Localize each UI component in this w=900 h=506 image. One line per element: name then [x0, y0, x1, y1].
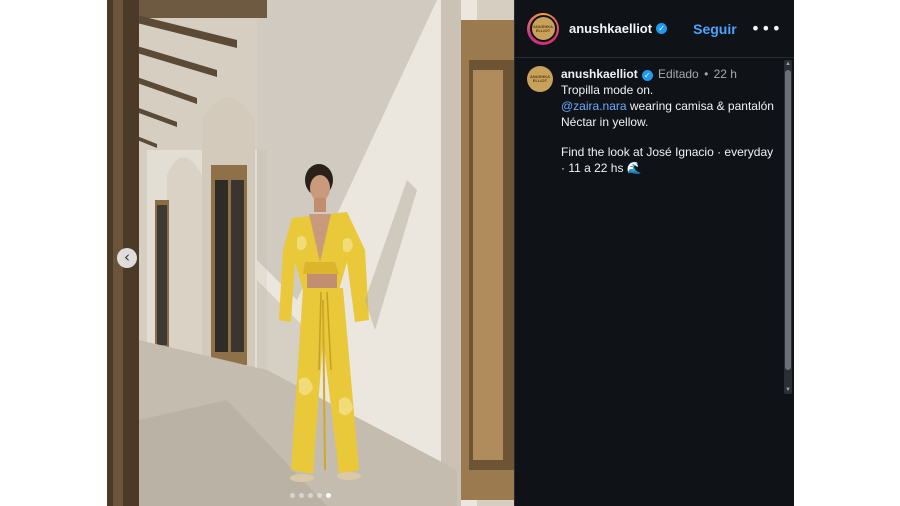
chevron-left-icon: ‹ [124, 248, 130, 266]
caption-line: Néctar in yellow. [561, 115, 649, 129]
scrollbar-thumb[interactable] [785, 70, 791, 370]
post-photo [107, 0, 514, 506]
post-time[interactable]: 22 h [714, 67, 737, 81]
caption-line: Find the look at José Ignacio · everyday [561, 145, 774, 159]
carousel-dot [317, 493, 322, 498]
caption-text: wearing camisa & pantalón [629, 99, 774, 113]
post-header: ANUSHKA ELLIOT anushkaelliot ✓ Seguir ••… [515, 0, 794, 58]
caption: ANUSHKA ELLIOT anushkaelliot ✓ Editado • … [527, 66, 777, 176]
carousel-prev-button[interactable]: ‹ [117, 248, 137, 268]
meta-separator: • [704, 67, 709, 81]
caption-body: anushkaelliot ✓ Editado • 22 h Tropilla m… [561, 66, 774, 176]
caption-username[interactable]: anushkaelliot [561, 67, 638, 81]
scroll-up-arrow-icon[interactable]: ▲ [784, 60, 792, 68]
mention-link[interactable]: @zaira.nara [561, 99, 627, 113]
story-ring[interactable]: ANUSHKA ELLIOT [527, 12, 559, 45]
carousel-dot [299, 493, 304, 498]
carousel-dot-active [326, 493, 331, 498]
scroll-down-arrow-icon[interactable]: ▼ [784, 386, 792, 394]
post-side-panel: ANUSHKA ELLIOT anushkaelliot ✓ Seguir ••… [514, 0, 794, 506]
caption-line: @zaira.nara wearing camisa & pantalón [561, 98, 774, 114]
carousel-dots [107, 493, 514, 498]
caption-meta: anushkaelliot ✓ Editado • 22 h [561, 66, 774, 82]
post-media[interactable]: ‹ [107, 0, 514, 506]
edited-label: Editado [658, 67, 699, 81]
caption-line: Tropilla mode on. [561, 83, 654, 97]
author-username[interactable]: anushkaelliot [569, 21, 652, 36]
verified-badge-icon: ✓ [656, 23, 668, 34]
follow-button[interactable]: Seguir [693, 21, 737, 37]
avatar: ANUSHKA ELLIOT [529, 15, 557, 42]
comments-scrollbar[interactable]: ▲ ▼ [784, 60, 792, 394]
more-options-icon[interactable]: ••• [751, 19, 782, 38]
post-modal: ‹ ANUSHKA ELLIOT anushkaelliot ✓ Seguir … [107, 0, 794, 506]
caption-avatar[interactable]: ANUSHKA ELLIOT [527, 66, 553, 92]
caption-line: · 11 a 22 hs 🌊 [561, 161, 642, 175]
carousel-dot [290, 493, 295, 498]
verified-badge-icon: ✓ [641, 70, 653, 81]
carousel-dot [308, 493, 313, 498]
